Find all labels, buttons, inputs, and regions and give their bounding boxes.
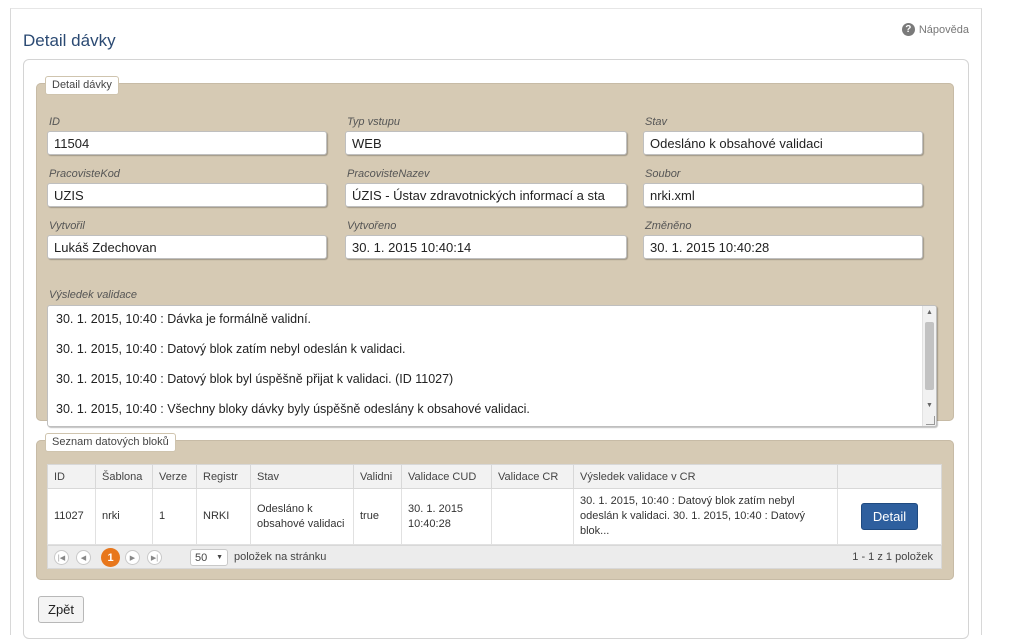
back-button[interactable]: Zpět xyxy=(38,596,85,623)
cell-cud-validation: 30. 1. 2015 10:40:28 xyxy=(401,488,492,545)
column-header-action xyxy=(837,464,942,489)
validation-result-textarea[interactable]: 30. 1. 2015, 10:40 : Dávka je formálně v… xyxy=(47,305,937,427)
validation-scrollbar[interactable]: ▲ ▼ xyxy=(922,306,936,426)
validation-result-label: Výsledek validace xyxy=(49,289,138,301)
question-circle-icon: ? xyxy=(901,23,915,36)
main-panel: Detail dávky ID 11504 Typ vstupu WEB Sta… xyxy=(23,59,969,639)
status-field[interactable]: Odesláno k obsahové validaci xyxy=(643,131,923,155)
cell-status: Odesláno k obsahové validaci xyxy=(250,488,354,545)
file-field[interactable]: nrki.xml xyxy=(643,183,923,207)
id-label: ID xyxy=(49,116,60,128)
column-header-status[interactable]: Stav xyxy=(250,464,354,489)
cell-valid: true xyxy=(353,488,402,545)
scroll-down-icon[interactable]: ▼ xyxy=(926,402,933,409)
batch-detail-legend: Detail dávky xyxy=(45,76,119,95)
validation-line: 30. 1. 2015, 10:40 : Datový blok zatím n… xyxy=(56,342,406,356)
page-size-value: 50 xyxy=(195,551,208,564)
page-title: Detail dávky xyxy=(23,31,116,50)
help-label: Nápověda xyxy=(918,23,969,36)
file-label: Soubor xyxy=(645,168,681,180)
cell-registry: NRKI xyxy=(196,488,251,545)
cell-action: Detail xyxy=(837,488,942,545)
resize-grip-icon[interactable] xyxy=(926,416,935,425)
current-page[interactable]: 1 xyxy=(101,548,120,567)
cell-cr-result: 30. 1. 2015, 10:40 : Datový blok zatím n… xyxy=(573,488,838,545)
input-type-label: Typ vstupu xyxy=(347,116,400,128)
table-header-row: ID Šablona Verze Registr Stav Validni Va… xyxy=(47,464,942,489)
workplace-name-label: PracovisteNazev xyxy=(347,168,430,180)
first-page-icon[interactable]: |◀ xyxy=(54,550,69,565)
batch-detail-group: Detail dávky ID 11504 Typ vstupu WEB Sta… xyxy=(36,76,954,427)
column-header-template[interactable]: Šablona xyxy=(95,464,153,489)
detail-button[interactable]: Detail xyxy=(860,503,919,530)
changed-field[interactable]: 30. 1. 2015 10:40:28 xyxy=(643,235,923,259)
workplace-code-label: PracovisteKod xyxy=(49,168,120,180)
column-header-valid[interactable]: Validni xyxy=(353,464,402,489)
input-type-field[interactable]: WEB xyxy=(345,131,627,155)
workplace-name-field[interactable]: ÚZIS - Ústav zdravotnických informací a … xyxy=(345,183,627,207)
help-link[interactable]: ? Nápověda xyxy=(901,23,969,36)
data-blocks-group: Seznam datových bloků ID Šablona Verze R… xyxy=(36,433,954,580)
next-page-icon[interactable]: ▶ xyxy=(125,550,140,565)
pager-range: 1 - 1 z 1 položek xyxy=(852,551,933,563)
cell-version: 1 xyxy=(152,488,197,545)
validation-line: 30. 1. 2015, 10:40 : Dávka je formálně v… xyxy=(56,312,312,326)
chevron-down-icon: ▼ xyxy=(216,554,223,561)
cell-cr-validation xyxy=(491,488,574,545)
pager: |◀ ◀ 1 ▶ ▶| 50 ▼ položek na stránku 1 - … xyxy=(47,545,942,569)
cell-template: nrki xyxy=(95,488,153,545)
page-container: Detail dávky ? Nápověda Detail dávky ID … xyxy=(10,8,982,639)
column-header-version[interactable]: Verze xyxy=(152,464,197,489)
created-by-field[interactable]: Lukáš Zdechovan xyxy=(47,235,327,259)
created-by-label: Vytvořil xyxy=(49,220,85,232)
validation-line: 30. 1. 2015, 10:40 : Datový blok byl úsp… xyxy=(56,372,454,386)
id-field[interactable]: 11504 xyxy=(47,131,327,155)
prev-page-icon[interactable]: ◀ xyxy=(76,550,91,565)
status-label: Stav xyxy=(645,116,668,128)
page-size-select[interactable]: 50 ▼ xyxy=(190,549,228,566)
column-header-cr-validation[interactable]: Validace CR xyxy=(491,464,574,489)
per-page-label: položek na stránku xyxy=(234,551,327,563)
created-label: Vytvořeno xyxy=(347,220,397,232)
column-header-registry[interactable]: Registr xyxy=(196,464,251,489)
created-field[interactable]: 30. 1. 2015 10:40:14 xyxy=(345,235,627,259)
changed-label: Změněno xyxy=(645,220,692,232)
data-blocks-legend: Seznam datových bloků xyxy=(45,433,176,452)
column-header-id[interactable]: ID xyxy=(47,464,96,489)
data-blocks-table: ID Šablona Verze Registr Stav Validni Va… xyxy=(47,464,942,545)
validation-line: 30. 1. 2015, 10:40 : Všechny bloky dávky… xyxy=(56,402,530,416)
column-header-cud-validation[interactable]: Validace CUD xyxy=(401,464,492,489)
cell-id: 11027 xyxy=(47,488,96,545)
table-row: 11027 nrki 1 NRKI Odesláno k obsahové va… xyxy=(47,488,942,545)
workplace-code-field[interactable]: UZIS xyxy=(47,183,327,207)
last-page-icon[interactable]: ▶| xyxy=(147,550,162,565)
scroll-thumb[interactable] xyxy=(925,322,934,390)
column-header-cr-result[interactable]: Výsledek validace v CR xyxy=(573,464,838,489)
scroll-up-icon[interactable]: ▲ xyxy=(926,309,933,316)
